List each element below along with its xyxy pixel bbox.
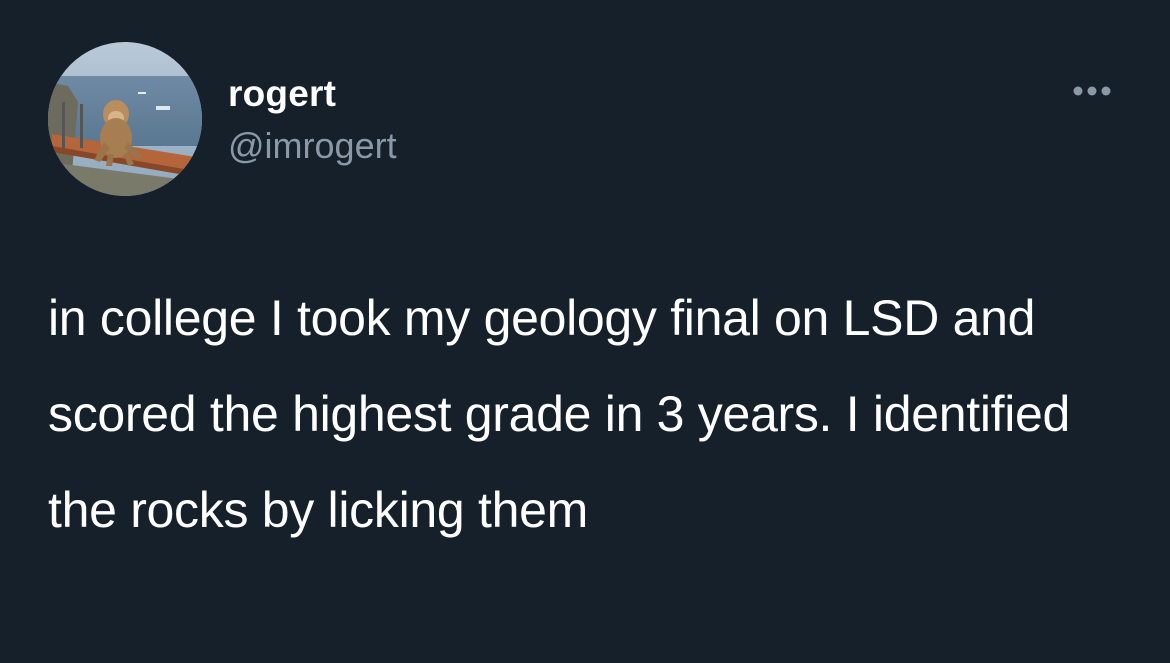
author-handle[interactable]: @imrogert (228, 124, 397, 168)
tweet-card: rogert @imrogert in college I took my ge… (0, 0, 1170, 663)
avatar[interactable] (48, 42, 202, 196)
author-display-name[interactable]: rogert (228, 72, 336, 116)
more-options-button[interactable] (1062, 76, 1122, 106)
tweet-text: in college I took my geology final on LS… (48, 290, 1071, 538)
more-horizontal-icon (1073, 86, 1111, 96)
avatar-photo-icon (48, 42, 202, 196)
